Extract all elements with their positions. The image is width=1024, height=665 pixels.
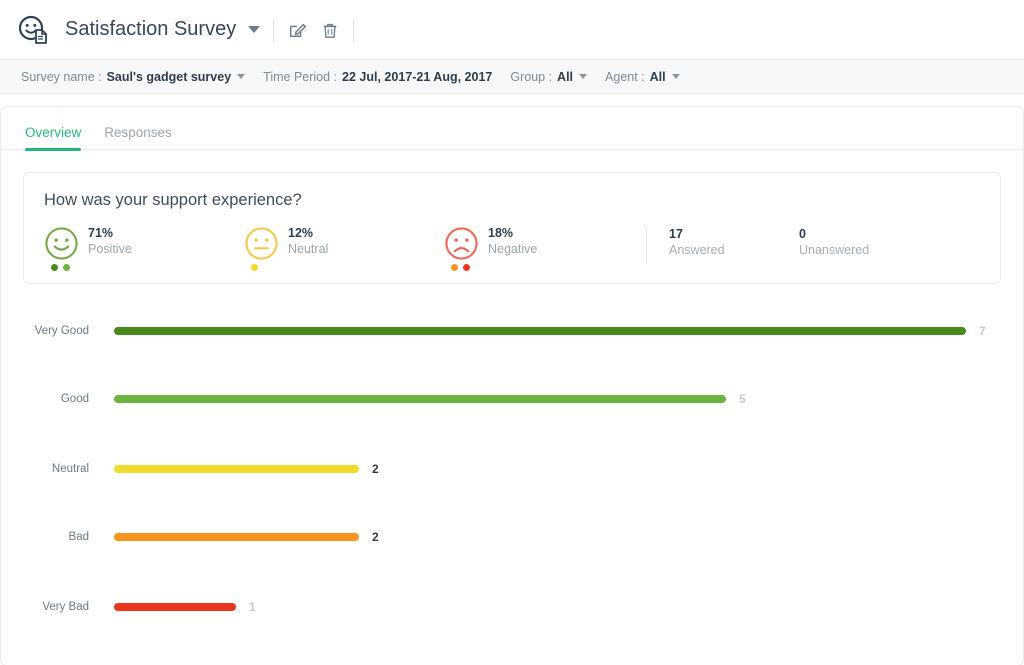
filter-label: Group : <box>510 70 552 84</box>
bar-row: Very Good 7 <box>1 316 1023 346</box>
bar[interactable] <box>114 395 726 403</box>
bar-category-label: Very Good <box>1 325 89 337</box>
sentiment-dots <box>251 264 258 271</box>
sentiment-percent: 18% <box>488 226 537 242</box>
unanswered-count: 0 Unanswered <box>799 226 929 259</box>
bar-category-label: Very Bad <box>1 601 89 613</box>
sentiment-label: Neutral <box>288 242 328 258</box>
sentiment-label: Positive <box>88 242 132 258</box>
filter-bar: Survey name : Saul's gadget survey Time … <box>0 60 1024 94</box>
edit-pencil-icon[interactable] <box>287 20 307 40</box>
smiley-happy-icon <box>44 226 79 261</box>
main-panel: Overview Responses How was your support … <box>0 106 1024 665</box>
sentiment-dots <box>451 264 470 271</box>
chevron-down-icon[interactable] <box>248 26 260 33</box>
answered-count: 17 Answered <box>669 226 799 259</box>
bar-category-label: Bad <box>1 531 89 543</box>
smiley-neutral-icon <box>244 226 279 261</box>
trash-icon[interactable] <box>320 20 340 40</box>
legend-dot <box>463 264 470 271</box>
tab-responses[interactable]: Responses <box>104 125 172 149</box>
sentiment-label: Negative <box>488 242 537 258</box>
chevron-down-icon[interactable] <box>237 74 245 79</box>
filter-agent[interactable]: Agent : All <box>605 70 680 84</box>
sentiment-percent: 71% <box>88 226 132 242</box>
filter-value: All <box>650 70 666 84</box>
sentiment-neutral: 12% Neutral <box>244 226 444 261</box>
count-label: Unanswered <box>799 242 929 258</box>
ratings-bar-chart: Very Good 7 Good 5 Neutral 2 Bad 2 Very Bad 1 <box>1 308 1023 628</box>
bar-row: Very Bad 1 <box>1 592 1023 622</box>
legend-dot <box>251 264 258 271</box>
smiley-document-icon <box>18 15 48 45</box>
legend-dot <box>51 264 58 271</box>
filter-value: All <box>557 70 573 84</box>
count-value: 17 <box>669 226 799 242</box>
tab-overview[interactable]: Overview <box>25 125 81 149</box>
bar-row: Bad 2 <box>1 522 1023 552</box>
bar-value-label: 2 <box>372 462 379 476</box>
summary-card: How was your support experience? 71% Pos… <box>23 172 1001 284</box>
bar[interactable] <box>114 465 359 473</box>
bar-value-label: 7 <box>979 324 986 338</box>
bar-track: 5 <box>114 392 746 406</box>
bar-value-label: 2 <box>372 530 379 544</box>
bar-row: Good 5 <box>1 384 1023 414</box>
filter-group[interactable]: Group : All <box>510 70 587 84</box>
divider <box>273 18 274 42</box>
chevron-down-icon[interactable] <box>672 74 680 79</box>
divider <box>646 226 647 264</box>
filter-label: Survey name : <box>21 70 102 84</box>
summary-metrics-row: 71% Positive 12 <box>44 226 1000 264</box>
sentiment-positive: 71% Positive <box>44 226 244 261</box>
bar-row: Neutral 2 <box>1 454 1023 484</box>
bar[interactable] <box>114 327 966 335</box>
bar-track: 7 <box>114 324 986 338</box>
legend-dot <box>451 264 458 271</box>
filter-label: Agent : <box>605 70 645 84</box>
chevron-down-icon[interactable] <box>579 74 587 79</box>
filter-value: Saul's gadget survey <box>107 70 232 84</box>
bar-track: 2 <box>114 530 379 544</box>
bar[interactable] <box>114 603 236 611</box>
page-title: Satisfaction Survey <box>65 18 236 41</box>
bar-value-label: 1 <box>249 600 256 614</box>
smiley-sad-icon <box>444 226 479 261</box>
filter-label: Time Period : <box>263 70 337 84</box>
sentiment-percent: 12% <box>288 226 328 242</box>
count-label: Answered <box>669 242 799 258</box>
sentiment-dots <box>51 264 70 271</box>
bar[interactable] <box>114 533 359 541</box>
bar-category-label: Neutral <box>1 463 89 475</box>
filter-time-period[interactable]: Time Period : 22 Jul, 2017-21 Aug, 2017 <box>263 70 492 84</box>
divider <box>353 18 354 42</box>
app-header: Satisfaction Survey <box>0 0 1024 60</box>
bar-track: 2 <box>114 462 379 476</box>
count-value: 0 <box>799 226 929 242</box>
legend-dot <box>63 264 70 271</box>
bar-track: 1 <box>114 600 256 614</box>
bar-category-label: Good <box>1 393 89 405</box>
filter-value: 22 Jul, 2017-21 Aug, 2017 <box>342 70 492 84</box>
survey-question: How was your support experience? <box>44 191 1000 210</box>
tab-bar: Overview Responses <box>1 107 1023 150</box>
filter-survey-name[interactable]: Survey name : Saul's gadget survey <box>21 70 245 84</box>
sentiment-negative: 18% Negative <box>444 226 644 261</box>
bar-value-label: 5 <box>739 392 746 406</box>
